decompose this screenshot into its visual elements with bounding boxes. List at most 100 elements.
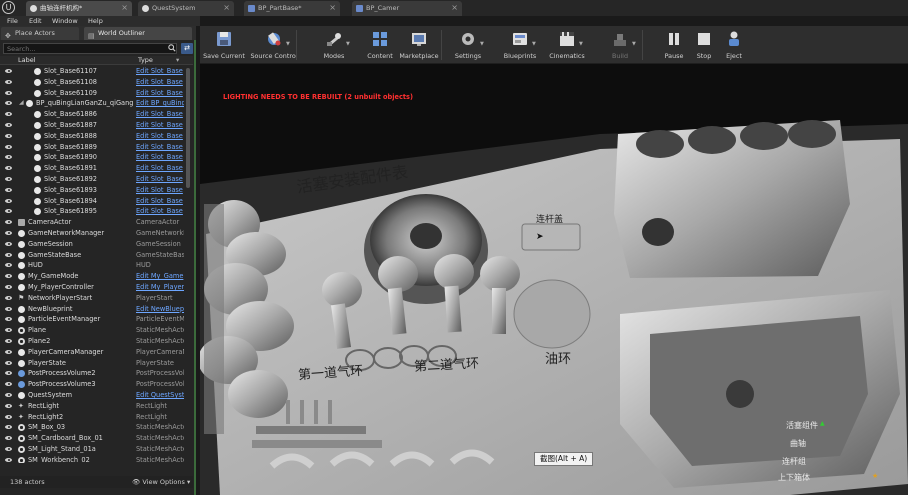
part-label-rod[interactable]: 连杆组 (782, 456, 806, 467)
visibility-eye-icon[interactable] (5, 155, 12, 160)
visibility-eye-icon[interactable] (5, 187, 12, 192)
visibility-eye-icon[interactable] (5, 69, 12, 73)
visibility-eye-icon[interactable] (5, 274, 12, 279)
outliner-row[interactable]: Slot_Base61888 Edit Slot_Base (0, 131, 193, 142)
chevron-down-icon[interactable]: ▼ (579, 41, 583, 47)
tab-world-outliner[interactable]: ▤ World Outliner (84, 27, 192, 40)
outliner-row[interactable]: SM_Box_03 StaticMeshActo (0, 422, 193, 433)
outliner-row[interactable]: Slot_Base61890 Edit Slot_Base (0, 152, 193, 163)
visibility-eye-icon[interactable] (5, 414, 12, 419)
outliner-row[interactable]: QuestSystem Edit QuestSyst (0, 390, 193, 401)
visibility-eye-icon[interactable] (5, 425, 12, 430)
part-label-crankshaft[interactable]: 曲轴 (790, 438, 806, 449)
outliner-row[interactable]: Slot_Base61892 Edit Slot_Base (0, 174, 193, 185)
outliner-row[interactable]: PostProcessVolume2 PostProcessVol (0, 368, 193, 379)
edit-blueprint-link[interactable]: Edit Slot_Base (136, 152, 184, 163)
chevron-down-icon[interactable]: ▼ (346, 41, 350, 47)
edit-blueprint-link[interactable]: Edit My_Game (136, 271, 184, 282)
outliner-row[interactable]: Slot_Base61108 Edit Slot_Base (0, 77, 193, 88)
edit-blueprint-link[interactable]: Edit My_Player (136, 282, 184, 293)
expand-arrow-icon[interactable]: ◢ (19, 98, 24, 109)
outliner-row[interactable]: PlayerState PlayerState (0, 358, 193, 369)
chevron-down-icon[interactable]: ▼ (532, 41, 536, 47)
visibility-eye-icon[interactable] (5, 306, 12, 311)
close-icon[interactable]: × (329, 1, 336, 15)
outliner-row[interactable]: HUD HUD (0, 260, 193, 271)
outliner-row[interactable]: ⚑ NetworkPlayerStart PlayerStart (0, 293, 193, 304)
tab-quest-system[interactable]: QuestSystem × (138, 1, 234, 16)
edit-blueprint-link[interactable]: Edit Slot_Base (136, 120, 184, 131)
close-icon[interactable]: × (121, 1, 128, 15)
visibility-eye-icon[interactable] (5, 393, 12, 397)
outliner-row[interactable]: CameraActor CameraActor (0, 217, 193, 228)
outliner-row[interactable]: SM_Light_Stand_01a StaticMeshActo (0, 444, 193, 455)
chevron-down-icon[interactable]: ▼ (632, 41, 636, 47)
outliner-row[interactable]: ◢ BP_quBingLianGanZu_qiGang Edit BP_quBing (0, 98, 193, 109)
visibility-eye-icon[interactable] (5, 252, 12, 257)
close-icon[interactable]: × (223, 1, 230, 15)
visibility-eye-icon[interactable] (5, 220, 12, 225)
visibility-eye-icon[interactable] (5, 177, 12, 181)
visibility-eye-icon[interactable] (5, 144, 12, 149)
edit-blueprint-link[interactable]: Edit QuestSyst (136, 390, 184, 401)
visibility-eye-icon[interactable] (5, 241, 12, 246)
outliner-row[interactable]: Slot_Base61107 Edit Slot_Base (0, 66, 193, 77)
edit-blueprint-link[interactable]: Edit Slot_Base (136, 196, 184, 207)
outliner-row[interactable]: Slot_Base61886 Edit Slot_Base (0, 109, 193, 120)
tab-bp-partbase[interactable]: BP_PartBase* × (244, 1, 340, 16)
outliner-row[interactable]: Slot_Base61893 Edit Slot_Base (0, 185, 193, 196)
visibility-eye-icon[interactable] (5, 231, 12, 235)
tab-place-actors[interactable]: ✥ Place Actors (1, 27, 79, 40)
edit-blueprint-link[interactable]: Edit Slot_Base (136, 142, 184, 153)
view-options-button[interactable]: 👁 View Options ▾ (132, 476, 190, 488)
edit-blueprint-link[interactable]: Edit NewBlueprint (136, 304, 184, 315)
visibility-eye-icon[interactable] (5, 295, 12, 300)
visibility-eye-icon[interactable] (5, 209, 12, 214)
outliner-row[interactable]: SM_Workbench_02 StaticMeshActo (0, 455, 193, 463)
outliner-row[interactable]: ✦ RectLight RectLight (0, 401, 193, 412)
outliner-row[interactable]: Slot_Base61894 Edit Slot_Base (0, 196, 193, 207)
outliner-row[interactable]: Slot_Base61109 Edit Slot_Base (0, 88, 193, 99)
search-icon[interactable] (168, 44, 176, 52)
edit-blueprint-link[interactable]: Edit Slot_Base (136, 66, 184, 77)
outliner-row[interactable]: Slot_Base61889 Edit Slot_Base (0, 142, 193, 153)
visibility-eye-icon[interactable] (5, 339, 12, 343)
outliner-row[interactable]: Plane2 StaticMeshActor (0, 336, 193, 347)
edit-blueprint-link[interactable]: Edit BP_quBing (136, 98, 184, 109)
edit-blueprint-link[interactable]: Edit Slot_Base (136, 109, 184, 120)
outliner-row[interactable]: Slot_Base61895 Edit Slot_Base (0, 206, 193, 217)
search-input[interactable] (3, 43, 177, 54)
marketplace-button[interactable]: Marketplace (399, 28, 439, 62)
outliner-row[interactable]: My_GameMode Edit My_Game (0, 271, 193, 282)
visibility-eye-icon[interactable] (5, 317, 12, 322)
visibility-eye-icon[interactable] (5, 403, 12, 408)
visibility-eye-icon[interactable] (5, 90, 12, 95)
outliner-row[interactable]: NewBlueprint Edit NewBlueprint (0, 304, 193, 315)
menu-edit[interactable]: Edit (29, 16, 42, 26)
outliner-row[interactable]: My_PlayerController Edit My_Player (0, 282, 193, 293)
outliner-settings-button[interactable]: ⇄ (181, 43, 193, 54)
outliner-row[interactable]: PostProcessVolume3 PostProcessVol (0, 379, 193, 390)
visibility-eye-icon[interactable] (5, 457, 12, 462)
visibility-eye-icon[interactable] (5, 166, 12, 171)
close-icon[interactable]: × (451, 1, 458, 15)
visibility-eye-icon[interactable] (5, 447, 12, 451)
visibility-eye-icon[interactable] (5, 112, 12, 117)
edit-blueprint-link[interactable]: Edit Slot_Base (136, 174, 184, 185)
edit-blueprint-link[interactable]: Edit Slot_Base (136, 77, 184, 88)
outliner-row[interactable]: GameNetworkManager GameNetworkM (0, 228, 193, 239)
outliner-row[interactable]: GameSession GameSession (0, 239, 193, 250)
visibility-eye-icon[interactable] (5, 371, 12, 376)
outliner-row[interactable]: SM_Cardboard_Box_01 StaticMeshActo (0, 433, 193, 444)
outliner-row[interactable]: PlayerCameraManager PlayerCameraMa (0, 347, 193, 358)
visibility-eye-icon[interactable] (5, 328, 12, 333)
visibility-eye-icon[interactable] (5, 198, 12, 203)
save-current-button[interactable]: Save Current (203, 28, 245, 62)
tab-level-main[interactable]: 曲轴连杆机构* × (26, 1, 132, 16)
tab-bp-camera[interactable]: BP_Camer × (352, 1, 462, 16)
outliner-row[interactable]: ParticleEventManager ParticleEventM (0, 314, 193, 325)
edit-blueprint-link[interactable]: Edit Slot_Base (136, 206, 184, 217)
visibility-eye-icon[interactable] (5, 360, 12, 365)
outliner-row[interactable]: ✦ RectLight2 RectLight (0, 412, 193, 423)
column-label[interactable]: Label (18, 56, 36, 65)
